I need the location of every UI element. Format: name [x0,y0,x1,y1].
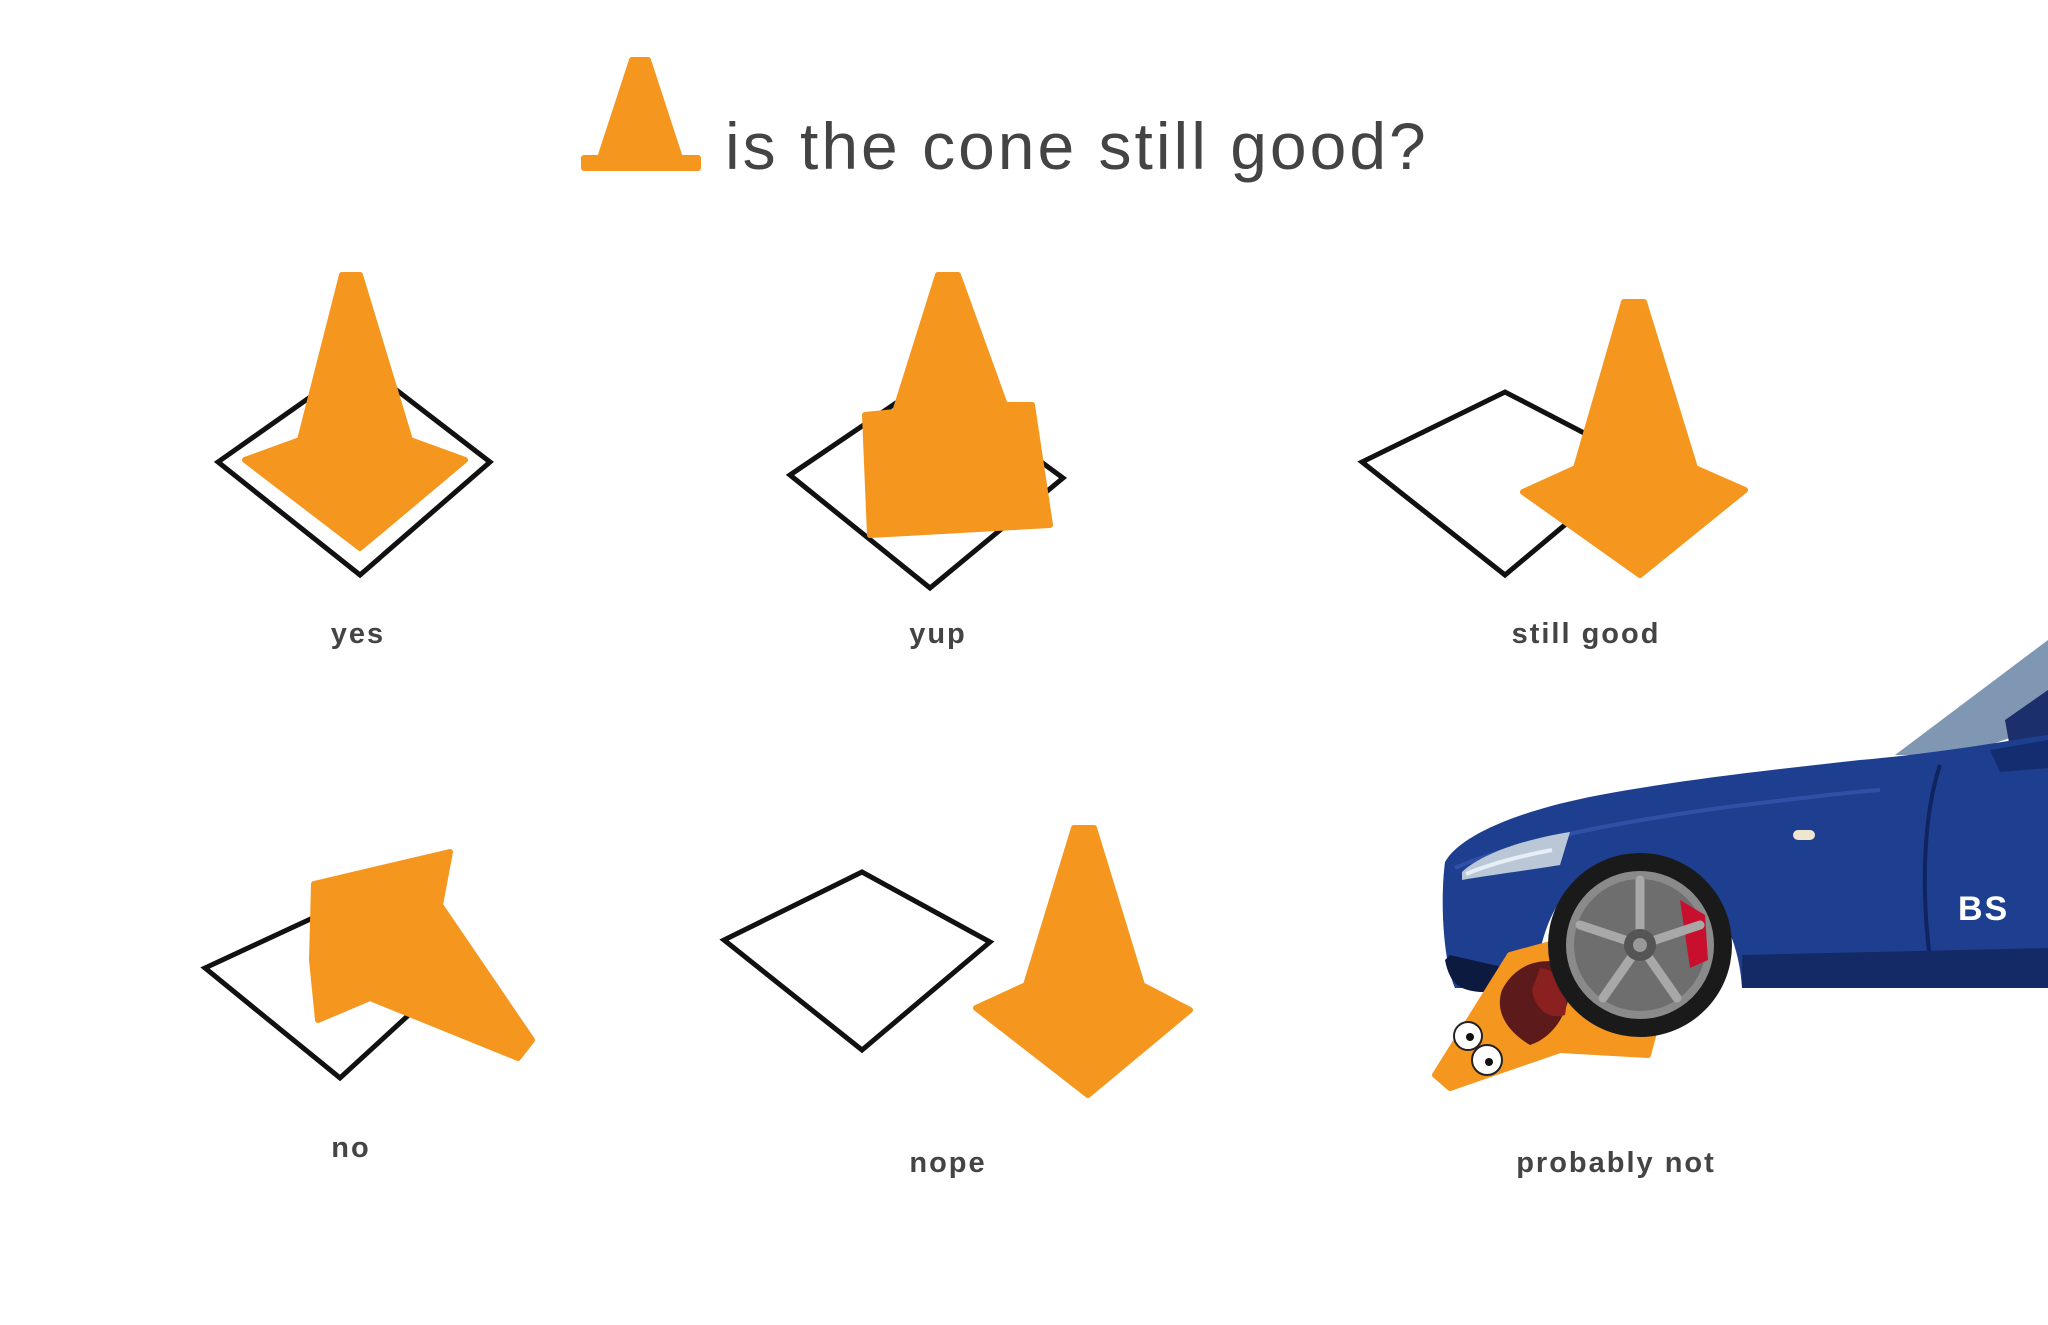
panel-nope-diagram [719,825,1193,1098]
car-wheel [1548,853,1732,1037]
cone-icon [973,825,1193,1098]
label-nope: nope [909,1147,987,1179]
label-still-good: still good [1511,618,1661,650]
panel-yup-diagram [785,272,1068,592]
illustration-canvas [200,57,2048,1098]
page-title: is the cone still good? [725,109,1429,183]
panel-still-good-diagram [1357,299,1748,579]
panel-yes-diagram [213,272,494,579]
car-door-lettering: BS [1958,890,2010,928]
label-no: no [331,1132,371,1164]
panel-no-diagram [200,849,535,1082]
label-yes: yes [330,618,386,650]
panel-probably-not-diagram [1432,640,2048,1091]
sports-car [1442,640,2048,992]
label-yup: yup [909,618,967,650]
cone-icon [309,849,535,1061]
label-probably-not: probably not [1516,1147,1716,1179]
title-cone-icon [581,57,701,171]
